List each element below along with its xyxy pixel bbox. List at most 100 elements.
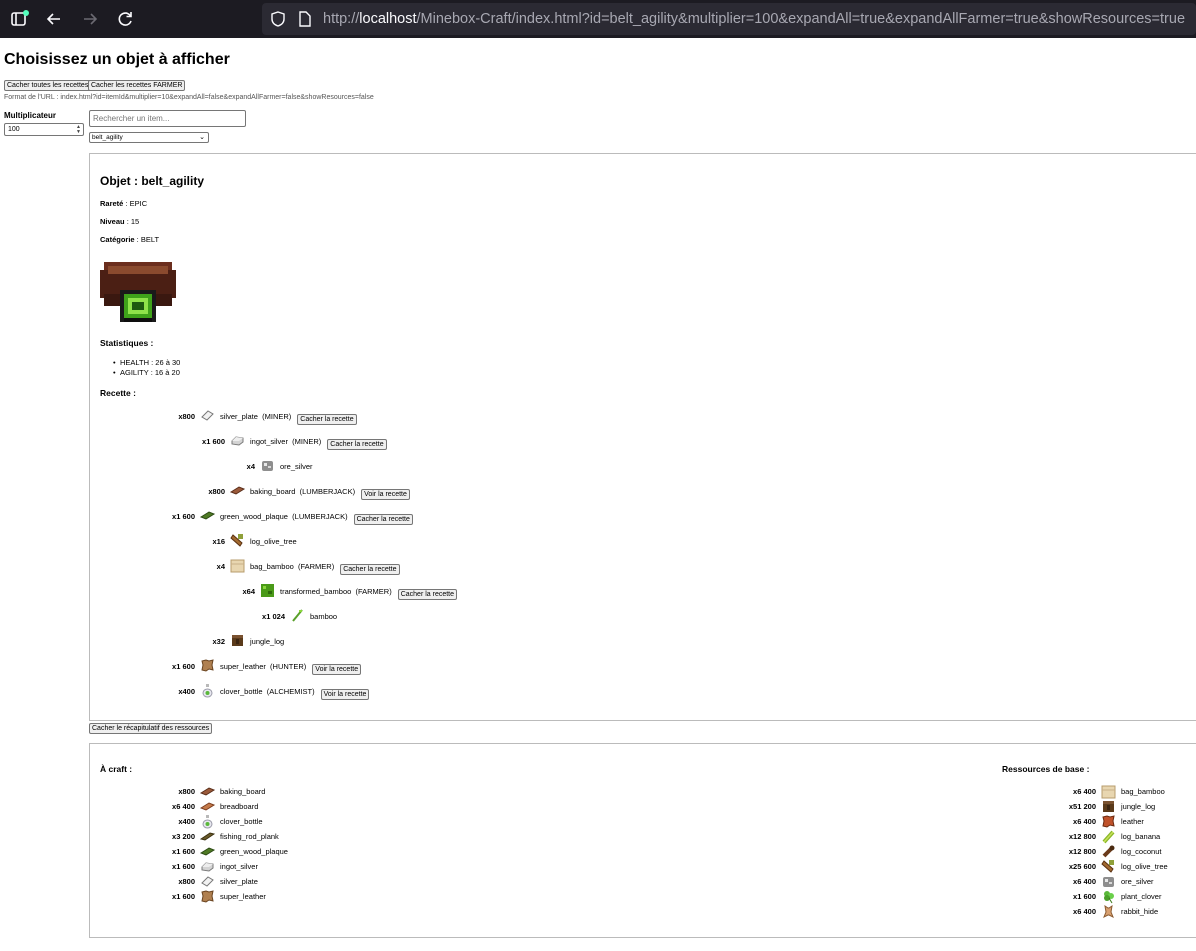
recipe-item-name: ore_silver [280,462,313,471]
rarity-value: EPIC [129,199,148,208]
hide-all-recipes-button[interactable]: Cacher toutes les recettes [4,80,92,91]
toggle-summary-button[interactable]: Cacher le récapitulatif des ressources [89,723,213,734]
bag-bamboo-icon [1101,784,1116,799]
summary-qty: x6 400 [1073,787,1096,796]
base-resource-item: x6 400 leather [0,814,1196,828]
log-olive-tree-icon [1101,859,1116,873]
toggle-recipe-button[interactable]: Voir la recette [361,489,410,500]
page-title: Choisissez un objet à afficher [4,51,230,68]
base-resources-title: Ressources de base : [1002,764,1090,774]
base-resource-item: x6 400 bag_bamboo [0,784,1196,799]
recipe-qty: x1 600 [202,437,225,446]
toggle-recipe-button[interactable]: Voir la recette [312,664,362,675]
recipe-item-name: bamboo [310,612,338,621]
recipe-item-name: ingot_silver [250,437,288,446]
recipe-qty: x64 [242,587,255,596]
transformed-bamboo-icon [260,583,275,598]
leather-icon [1101,814,1116,828]
toggle-recipe-button[interactable]: Cacher la recette [397,589,458,600]
summary-item-name: log_coconut [1121,847,1162,856]
ingot-silver-icon [230,433,245,448]
stats-title: Statistiques : [100,338,154,348]
toggle-recipe-button[interactable]: Cacher la recette [353,514,413,525]
category-row: Catégorie : BELT [100,235,160,244]
baking-board-icon [229,483,246,498]
recipe-qty: x1 024 [262,612,285,621]
url-format-hint: Format de l'URL : index.html?id=itemId&m… [4,94,374,101]
shield-icon[interactable] [270,3,286,35]
recipe-item-name: log_olive_tree [250,537,297,546]
ore-silver-icon [1101,874,1116,888]
log-olive-tree-icon [230,533,245,548]
toggle-recipe-button[interactable]: Cacher la recette [297,414,357,425]
base-resource-item: x12 800 log_coconut [0,844,1196,858]
recipe-item-name: bag_bamboo [250,562,294,571]
item-select[interactable]: belt_agility ⌄ [89,132,209,143]
recipe-job: (LUMBERJACK) [292,512,348,521]
page-icon[interactable] [298,3,312,35]
recipe-title: Recette : [100,388,136,398]
recipe-qty: x1 600 [172,512,195,521]
multiplier-value: 100 [8,126,20,133]
sidebar-toggle-icon[interactable] [6,6,32,32]
url-text[interactable]: http://localhost/Minebox-Craft/index.htm… [323,3,1185,35]
recipe-item-label: ingot_silver (MINER) Cacher la recette [250,437,387,450]
base-resource-item: x6 400 rabbit_hide [0,904,1196,919]
recipe-qty: x4 [216,562,225,571]
multiplier-label: Multiplicateur [4,111,57,120]
belt-agility-image [100,258,176,331]
recipe-qty: x4 [246,462,255,471]
summary-qty: x51 200 [1068,802,1096,811]
recipe-item-name: green_wood_plaque [220,512,288,521]
recipe-row: x16 log_olive_tree [0,533,700,549]
reload-icon[interactable] [112,6,138,32]
recipe-item-label: baking_board (LUMBERJACK) Voir la recette [250,487,410,500]
recipe-row: x800 silver_plate (MINER) Cacher la recett… [0,408,700,425]
recipe-item-label: silver_plate (MINER) Cacher la recette [220,412,357,425]
summary-qty: x12 800 [1068,847,1096,856]
url-bar[interactable]: http://localhost/Minebox-Craft/index.htm… [262,3,1196,35]
item-select-value: belt_agility [92,134,123,141]
recipe-row: x1 600 green_wood_plaque (LUMBERJACK) Cach… [0,508,700,525]
spinner-arrows-icon[interactable]: ▲ ▼ [76,125,81,135]
recipe-job: (LUMBERJACK) [299,487,356,496]
recipe-qty: x16 [212,537,225,546]
summary-item-name: plant_clover [1121,892,1162,901]
item-title: Objet : belt_agility [100,174,205,188]
category-value: BELT [140,235,160,244]
search-placeholder: Rechercher un item... [93,114,170,123]
toggle-recipe-button[interactable]: Cacher la recette [340,564,400,575]
summary-item-name: log_banana [1121,832,1161,841]
craft-summary-title: À craft : [100,764,133,774]
summary-item-name: leather [1121,817,1144,826]
recipe-job: (HUNTER) [270,662,307,671]
level-value: 15 [130,217,140,226]
plant-clover-icon [1101,889,1116,904]
recipe-row: x800 baking_board (LUMBERJACK) Voir la rec… [0,483,700,500]
base-resource-item: x6 400 ore_silver [0,874,1196,888]
summary-qty: x6 400 [1073,817,1096,826]
recipe-item-name: baking_board [250,487,296,496]
summary-qty: x6 400 [1073,877,1096,886]
summary-item-name: log_olive_tree [1121,862,1168,871]
hide-farmer-recipes-button[interactable]: Cacher les recettes FARMER [88,80,186,91]
recipe-item-label: clover_bottle (ALCHEMIST) Voir la recette [220,687,370,700]
recipe-job: (FARMER) [355,587,392,596]
green-wood-plaque-icon [199,508,216,523]
multiplier-input[interactable]: 100 ▲ ▼ [4,123,84,136]
page-content: Choisissez un objet à afficher Cacher to… [0,38,1196,951]
recipe-item-name: clover_bottle [220,687,263,696]
toggle-recipe-button[interactable]: Voir la recette [320,689,370,700]
summary-item-name: ore_silver [1121,877,1154,886]
recipe-item-name: jungle_log [250,637,285,646]
stat-item: AGILITY : 16 à 20 [113,368,180,378]
summary-item-name: rabbit_hide [1121,907,1159,916]
toggle-recipe-button[interactable]: Cacher la recette [327,439,387,450]
forward-arrow-icon[interactable] [77,6,103,32]
url-host: localhost [359,11,417,27]
recipe-job: (MINER) [292,437,322,446]
search-input[interactable]: Rechercher un item... [89,110,246,127]
back-arrow-icon[interactable] [41,6,67,32]
summary-qty: x25 600 [1068,862,1096,871]
recipe-job: (FARMER) [297,562,335,571]
